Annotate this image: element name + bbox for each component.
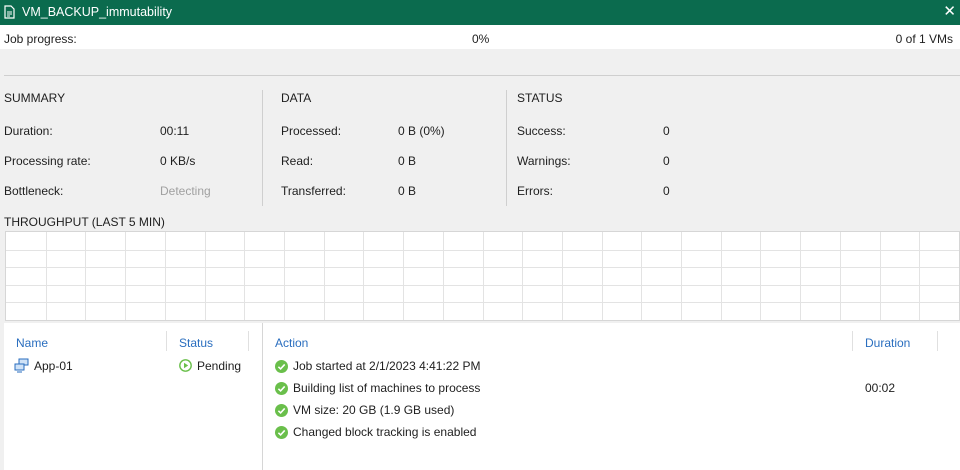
throughput-grid <box>6 232 959 320</box>
data-heading: DATA <box>281 91 312 105</box>
job-progress-label: Job progress: <box>4 32 77 46</box>
throughput-title: THROUGHPUT (LAST 5 MIN) <box>4 215 165 229</box>
vm-name: App-01 <box>34 359 73 373</box>
action-text: VM size: 20 GB (1.9 GB used) <box>293 403 455 417</box>
action-text: Changed block tracking is enabled <box>293 425 477 439</box>
col-header-action[interactable]: Action <box>275 336 308 350</box>
summary-duration-label: Duration: <box>4 124 53 138</box>
summary-rate-label: Processing rate: <box>4 154 91 168</box>
col-header-duration[interactable]: Duration <box>865 336 910 350</box>
data-read-value: 0 B <box>398 154 417 168</box>
job-progress-bar <box>4 58 960 59</box>
job-progress-count: 0 of 1 VMs <box>895 32 953 46</box>
action-duration: 00:02 <box>865 381 896 395</box>
play-icon <box>179 359 192 372</box>
col-header-status[interactable]: Status <box>179 336 213 350</box>
status-success-label: Success: <box>517 124 566 138</box>
action-text: Job started at 2/1/2023 4:41:22 PM <box>293 359 481 373</box>
status-heading: STATUS <box>517 91 563 105</box>
col-resizer-status[interactable] <box>248 331 249 351</box>
data-transferred-value: 0 B <box>398 184 417 198</box>
success-icon <box>275 426 288 439</box>
vm-status: Pending <box>197 359 242 373</box>
summary-bottleneck-label: Bottleneck: <box>4 184 64 198</box>
data-separator <box>506 90 507 206</box>
details-panel-separator[interactable] <box>262 323 263 470</box>
summary-bottleneck-value: Detecting <box>160 184 211 198</box>
summary-separator <box>262 90 263 206</box>
details-panel <box>4 323 960 470</box>
status-success-value: 0 <box>663 124 670 138</box>
col-resizer-duration[interactable] <box>937 331 938 351</box>
status-errors-value: 0 <box>663 184 670 198</box>
action-text: Building list of machines to process <box>293 381 481 395</box>
status-warnings-value: 0 <box>663 154 670 168</box>
header-divider <box>4 75 960 76</box>
col-resizer-name[interactable] <box>166 331 167 351</box>
status-warnings-label: Warnings: <box>517 154 571 168</box>
document-icon <box>4 5 15 19</box>
job-progress-row: Job progress: 0% 0 of 1 VMs <box>0 25 960 49</box>
data-processed-label: Processed: <box>281 124 342 138</box>
data-read-label: Read: <box>281 154 314 168</box>
job-progress-percent: 0% <box>472 32 490 46</box>
col-header-name[interactable]: Name <box>16 336 48 350</box>
throughput-chart <box>5 231 960 321</box>
window-title: VM_BACKUP_immutability <box>22 5 173 19</box>
success-icon <box>275 360 288 373</box>
close-icon[interactable]: ✕ <box>943 2 956 22</box>
summary-duration-value: 00:11 <box>160 124 190 138</box>
col-resizer-action[interactable] <box>852 331 853 351</box>
summary-heading: SUMMARY <box>4 91 66 105</box>
summary-rate-value: 0 KB/s <box>160 154 196 168</box>
title-bar: VM_BACKUP_immutability ✕ <box>0 0 960 25</box>
vm-icon <box>14 358 29 373</box>
success-icon <box>275 382 288 395</box>
status-errors-label: Errors: <box>517 184 553 198</box>
data-processed-value: 0 B (0%) <box>398 124 445 138</box>
success-icon <box>275 404 288 417</box>
data-transferred-label: Transferred: <box>281 184 346 198</box>
